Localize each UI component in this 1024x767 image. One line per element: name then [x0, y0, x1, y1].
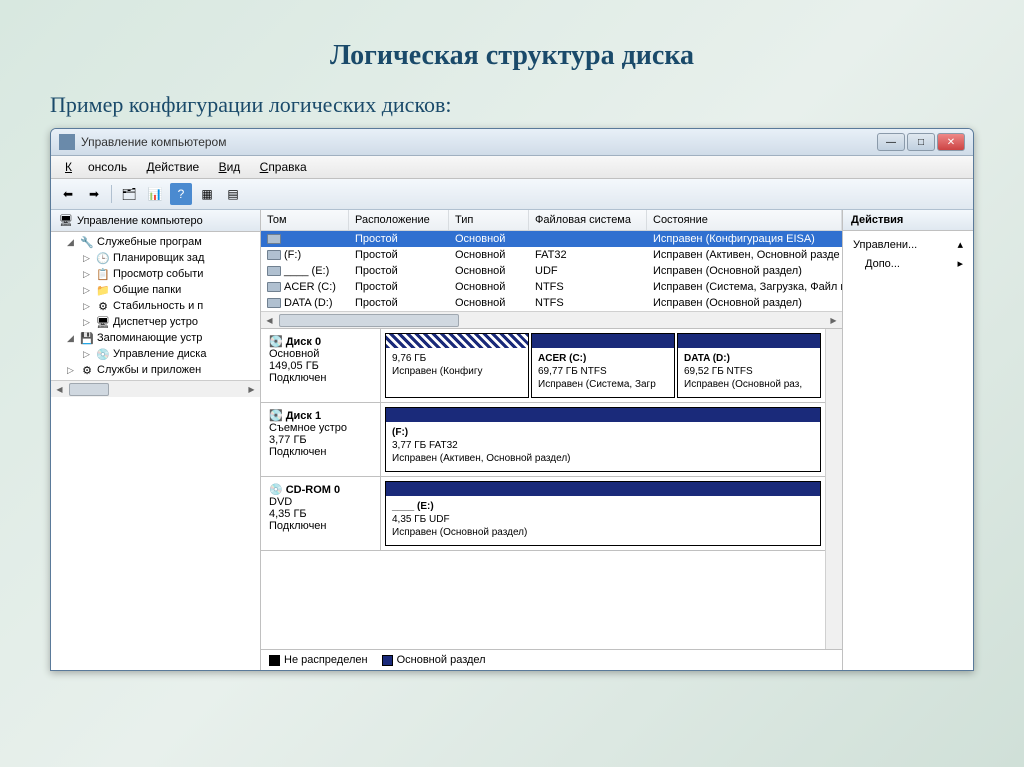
app-icon: [59, 134, 75, 150]
close-button[interactable]: ✕: [937, 133, 965, 151]
volume-icon: [267, 250, 281, 260]
disk-row: 💿CD-ROM 0DVD4,35 ГБПодключен____ (E:)4,3…: [261, 477, 825, 551]
action-more[interactable]: Допо...▸: [847, 254, 969, 273]
slide-subtitle: Пример конфигурации логических дисков:: [50, 92, 974, 118]
volume-icon: [267, 282, 281, 292]
toolbar: ⬅ ➡ 🗂 📊 ? ▦ ▤: [51, 179, 973, 210]
volume-row[interactable]: ACER (C:)ПростойОсновнойNTFSИсправен (Си…: [261, 279, 842, 295]
tree-node-icon: 💿: [96, 347, 110, 361]
disk-row: 💽Диск 1Съемное устро3,77 ГБПодключен(F:)…: [261, 403, 825, 477]
tree-item[interactable]: ▷🕒Планировщик зад: [53, 250, 258, 266]
tree-node-icon: 🕒: [96, 251, 110, 265]
volume-hscrollbar[interactable]: ◀▶: [261, 311, 842, 328]
volume-row[interactable]: ПростойОсновнойИсправен (Конфигурация EI…: [261, 231, 842, 247]
volume-icon: [267, 266, 281, 276]
tree-header: 🖥 Управление компьютеро: [51, 210, 260, 232]
disk-row: 💽Диск 0Основной149,05 ГБПодключен9,76 ГБ…: [261, 329, 825, 403]
chevron-right-icon: ▸: [957, 257, 963, 270]
tree-item[interactable]: ◢💾Запоминающие устр: [53, 330, 258, 346]
slide-title: Логическая структура диска: [50, 40, 974, 72]
computer-icon: 🖥: [59, 214, 73, 227]
action-manage[interactable]: Управлени...▴: [847, 235, 969, 254]
volume-row[interactable]: ____ (E:)ПростойОсновнойUDFИсправен (Осн…: [261, 263, 842, 279]
content-panel: Том Расположение Тип Файловая система Со…: [261, 210, 843, 670]
legend: Не распределен Основной раздел: [261, 649, 842, 670]
menu-view[interactable]: Вид: [211, 158, 249, 176]
disk-label[interactable]: 💿CD-ROM 0DVD4,35 ГБПодключен: [261, 477, 381, 550]
disk-label[interactable]: 💽Диск 1Съемное устро3,77 ГБПодключен: [261, 403, 381, 476]
disk-label[interactable]: 💽Диск 0Основной149,05 ГБПодключен: [261, 329, 381, 402]
expand-icon[interactable]: ▷: [83, 285, 93, 296]
col-state[interactable]: Состояние: [647, 210, 842, 230]
disk-icon: 💽: [269, 409, 283, 422]
expand-icon[interactable]: ▷: [83, 269, 93, 280]
tree-hscrollbar[interactable]: ◀▶: [51, 380, 260, 397]
tree-node-icon: 📋: [96, 267, 110, 281]
tree-node-icon: ⚙: [96, 299, 110, 313]
tree-node-icon: 💾: [80, 331, 94, 345]
disk-mgmt-window: Управление компьютером — □ ✕ ККонсольонс…: [50, 128, 974, 671]
expand-icon[interactable]: ◢: [67, 333, 77, 344]
tree-node-icon: 📁: [96, 283, 110, 297]
volume-icon: [267, 298, 281, 308]
expand-icon[interactable]: ▷: [83, 253, 93, 264]
tree-panel: 🖥 Управление компьютеро ◢🔧Служебные прог…: [51, 210, 261, 670]
tree-node-icon: ⚙: [80, 363, 94, 377]
volume-row[interactable]: (F:)ПростойОсновнойFAT32Исправен (Активе…: [261, 247, 842, 263]
help-button[interactable]: ?: [170, 183, 192, 205]
titlebar[interactable]: Управление компьютером — □ ✕: [51, 129, 973, 156]
menu-help[interactable]: Справка: [252, 158, 315, 176]
volume-row[interactable]: DATA (D:)ПростойОсновнойNTFSИсправен (Ос…: [261, 295, 842, 311]
volume-table: Том Расположение Тип Файловая система Со…: [261, 210, 842, 329]
tree-item[interactable]: ▷🖥Диспетчер устро: [53, 314, 258, 330]
chevron-up-icon: ▴: [957, 238, 963, 251]
expand-icon[interactable]: ▷: [67, 365, 77, 376]
volume-icon: [267, 234, 281, 244]
actions-header: Действия: [843, 210, 973, 231]
window-title: Управление компьютером: [81, 135, 871, 149]
partition[interactable]: 9,76 ГБИсправен (Конфигу: [385, 333, 529, 398]
tree-item[interactable]: ▷⚙Службы и приложен: [53, 362, 258, 378]
forward-button[interactable]: ➡: [83, 183, 105, 205]
col-tip[interactable]: Тип: [449, 210, 529, 230]
menubar: ККонсольонсоль Действие Вид Справка: [51, 156, 973, 179]
disk-icon: 💿: [269, 483, 283, 496]
col-tom[interactable]: Том: [261, 210, 349, 230]
disk-map: 💽Диск 0Основной149,05 ГБПодключен9,76 ГБ…: [261, 329, 825, 649]
maximize-button[interactable]: □: [907, 133, 935, 151]
tree-item[interactable]: ▷📁Общие папки: [53, 282, 258, 298]
partition[interactable]: ACER (C:)69,77 ГБ NTFSИсправен (Система,…: [531, 333, 675, 398]
tree-item[interactable]: ▷💿Управление диска: [53, 346, 258, 362]
expand-icon[interactable]: ▷: [83, 301, 93, 312]
detail-button[interactable]: ▤: [222, 183, 244, 205]
menu-action[interactable]: Действие: [138, 158, 207, 176]
col-fs[interactable]: Файловая система: [529, 210, 647, 230]
partition[interactable]: ____ (E:)4,35 ГБ UDFИсправен (Основной р…: [385, 481, 821, 546]
expand-icon[interactable]: ▷: [83, 317, 93, 328]
expand-icon[interactable]: ▷: [83, 349, 93, 360]
col-rasp[interactable]: Расположение: [349, 210, 449, 230]
actions-panel: Действия Управлени...▴ Допо...▸: [843, 210, 973, 670]
menu-console[interactable]: ККонсольонсоль: [57, 158, 135, 176]
tree-item[interactable]: ▷📋Просмотр событи: [53, 266, 258, 282]
tree-node-icon: 🖥: [96, 315, 110, 329]
partition[interactable]: DATA (D:)69,52 ГБ NTFSИсправен (Основной…: [677, 333, 821, 398]
disk-vscrollbar[interactable]: [825, 329, 842, 649]
tree-item[interactable]: ◢🔧Служебные програм: [53, 234, 258, 250]
back-button[interactable]: ⬅: [57, 183, 79, 205]
partition[interactable]: (F:)3,77 ГБ FAT32Исправен (Активен, Осно…: [385, 407, 821, 472]
list-button[interactable]: ▦: [196, 183, 218, 205]
disk-icon: 💽: [269, 335, 283, 348]
minimize-button[interactable]: —: [877, 133, 905, 151]
refresh-button[interactable]: 🗂: [118, 183, 140, 205]
view-button[interactable]: 📊: [144, 183, 166, 205]
tree-item[interactable]: ▷⚙Стабильность и п: [53, 298, 258, 314]
